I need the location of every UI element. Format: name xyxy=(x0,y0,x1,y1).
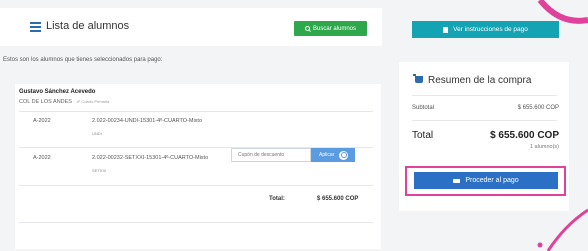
item-sub: SETXXI xyxy=(92,168,107,173)
item-code: 2.022-00232-SETXXI-15301-4º-CUARTO-Mixto xyxy=(92,155,209,161)
school-name: COL DE LOS ANDES xyxy=(19,99,72,105)
apply-coupon-button[interactable]: Aplicar xyxy=(311,148,355,162)
divider xyxy=(19,185,373,186)
intro-text: Estos son los alumnos que tienes selecci… xyxy=(3,57,163,63)
divider xyxy=(19,111,373,112)
student-total-value: $ 655.600 COP xyxy=(317,196,359,202)
student-name: Gustavo Sánchez Acevedo xyxy=(19,89,96,95)
page-title: Lista de alumnos xyxy=(46,20,130,32)
summary-title: Resumen de la compra xyxy=(428,75,532,86)
item-sub: UNDI xyxy=(92,131,102,136)
credit-card-icon xyxy=(453,178,461,183)
coupon-input[interactable] xyxy=(231,148,311,162)
student-count: 1 alumno(s) xyxy=(529,144,559,150)
proceed-label: Proceder al pago xyxy=(465,177,519,184)
proceed-payment-button[interactable]: Proceder al pago xyxy=(414,172,558,189)
divider xyxy=(19,222,373,223)
search-students-button[interactable]: Buscar alumnos xyxy=(294,21,367,36)
grade-label: 4º Cuarto Primaria xyxy=(76,99,110,104)
subtotal-label: Subtotal xyxy=(412,105,435,111)
instructions-label: Ver instrucciones de pago xyxy=(453,26,528,33)
book-icon xyxy=(443,26,449,33)
list-icon xyxy=(30,22,41,33)
total-value: $ 655.600 COP xyxy=(490,130,559,141)
item-code: 2.022-00234-UNDI-15301-4º-CUARTO-Mixto xyxy=(92,118,203,124)
student-card: Gustavo Sánchez Acevedo COL DE LOS ANDES… xyxy=(15,84,381,249)
apply-icon xyxy=(339,150,349,160)
payment-instructions-button[interactable]: Ver instrucciones de pago xyxy=(412,21,559,38)
item-year: A-2022 xyxy=(33,118,51,124)
apply-label: Aplicar xyxy=(319,152,335,158)
school-line: COL DE LOS ANDES 4º Cuarto Primaria xyxy=(19,99,109,105)
subtotal-value: $ 655.600 COP xyxy=(517,105,559,111)
search-icon xyxy=(304,26,310,31)
cart-icon xyxy=(413,74,423,83)
student-list-header: Lista de alumnos Buscar alumnos xyxy=(0,8,382,46)
item-year: A-2022 xyxy=(33,155,51,161)
divider xyxy=(412,95,557,96)
divider xyxy=(412,120,557,121)
student-total-label: Total: xyxy=(269,196,285,202)
search-button-label: Buscar alumnos xyxy=(312,25,357,32)
total-label: Total xyxy=(412,130,434,141)
